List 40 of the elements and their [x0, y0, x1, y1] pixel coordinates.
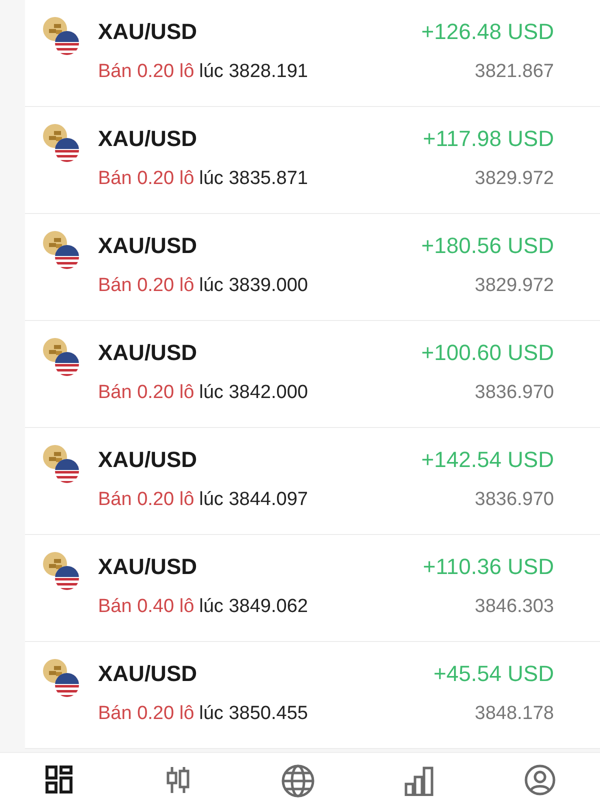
profit: +110.36 USD — [422, 553, 554, 581]
current-price: 3821.867 — [474, 60, 554, 84]
symbol: XAU/USD — [98, 339, 198, 367]
profit: +117.98 USD — [422, 125, 554, 153]
bar-chart-icon — [403, 764, 436, 796]
entry-price: lúc 3839.000 — [199, 274, 308, 298]
order-type: Bán 0.20 lô — [98, 702, 194, 726]
order-type: Bán 0.40 lô — [98, 595, 194, 619]
entry-price: lúc 3844.097 — [199, 488, 308, 512]
symbol: XAU/USD — [98, 446, 198, 474]
symbol: XAU/USD — [98, 553, 198, 581]
order-type: Bán 0.20 lô — [98, 488, 194, 512]
globe-icon — [280, 764, 315, 798]
order-type: Bán 0.20 lô — [98, 167, 194, 191]
entry-price: lúc 3849.062 — [199, 595, 308, 619]
symbol: XAU/USD — [98, 232, 198, 260]
current-price: 3848.178 — [474, 702, 554, 726]
profit: +180.56 USD — [421, 232, 554, 260]
profit: +45.54 USD — [434, 660, 554, 688]
current-price: 3829.972 — [474, 274, 554, 298]
current-price: 3846.303 — [474, 595, 554, 619]
symbol: XAU/USD — [98, 125, 198, 153]
nav-tab[interactable] — [44, 764, 74, 794]
current-price: 3836.970 — [474, 381, 554, 405]
order-type: Bán 0.20 lô — [98, 60, 194, 84]
current-price: 3829.972 — [474, 167, 554, 191]
profit: +126.48 USD — [421, 18, 554, 46]
order-type: Bán 0.20 lô — [98, 274, 194, 298]
entry-price: lúc 3842.000 — [199, 381, 308, 405]
entry-price: lúc 3828.191 — [199, 60, 308, 84]
symbol: XAU/USD — [98, 660, 198, 688]
entry-price: lúc 3835.871 — [199, 167, 308, 191]
profit: +100.60 USD — [421, 339, 554, 367]
symbol: XAU/USD — [98, 18, 198, 46]
current-price: 3836.970 — [474, 488, 554, 512]
order-type: Bán 0.20 lô — [98, 381, 194, 405]
entry-price: lúc 3850.455 — [199, 702, 308, 726]
dashboard-icon — [44, 764, 74, 794]
profit: +142.54 USD — [421, 446, 554, 474]
profile-icon — [524, 764, 556, 796]
